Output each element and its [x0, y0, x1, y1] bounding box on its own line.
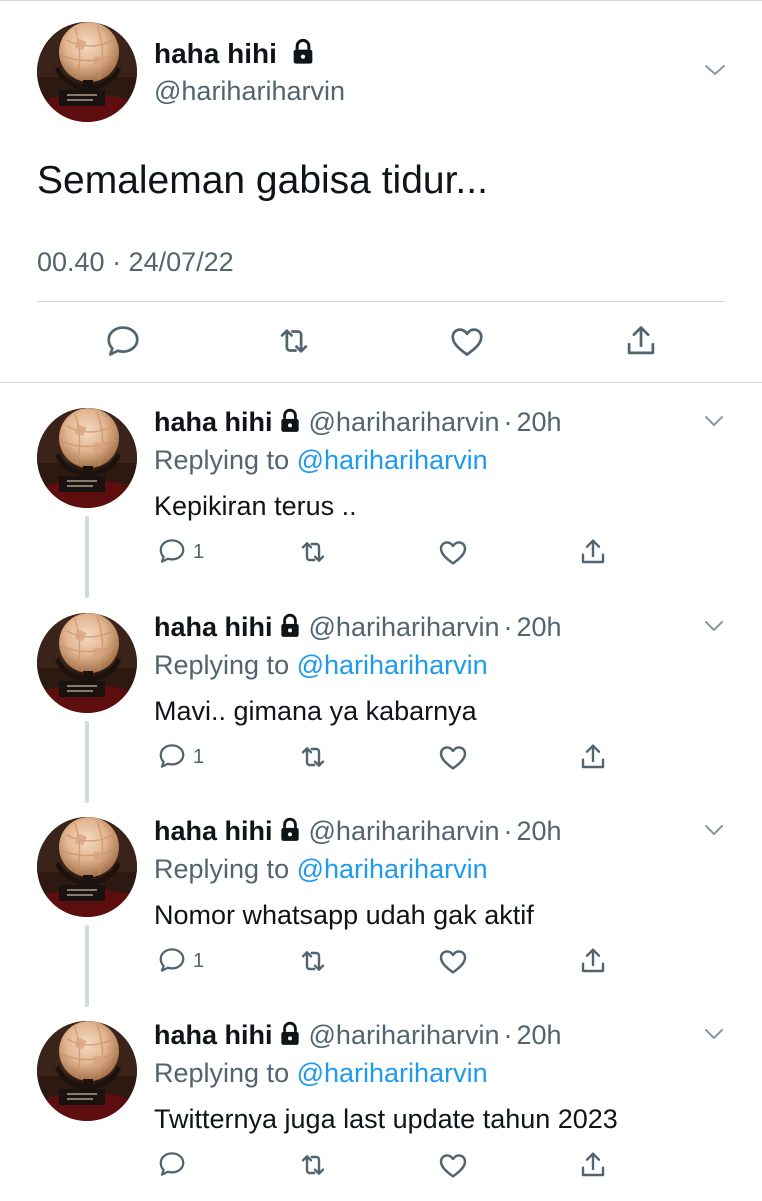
top-divider: [0, 0, 762, 1]
handle[interactable]: @harihariharvin: [309, 612, 500, 642]
share-icon[interactable]: [622, 322, 660, 360]
retweet-icon[interactable]: [296, 945, 330, 977]
share-icon[interactable]: [577, 1149, 609, 1181]
like-icon[interactable]: [436, 741, 470, 773]
retweet-icon[interactable]: [296, 741, 330, 773]
like-icon[interactable]: [448, 322, 486, 360]
lock-icon: [277, 817, 303, 843]
divider: [0, 382, 762, 383]
thread-line: [85, 516, 89, 598]
replying-prefix: Replying to: [154, 1058, 297, 1088]
reply-icon[interactable]: [104, 322, 142, 360]
reply-button[interactable]: [157, 1149, 217, 1181]
replying-to: Replying to @harihariharvin: [154, 1055, 488, 1091]
separator-dot: ·: [503, 1020, 513, 1050]
reply-button[interactable]: 1: [157, 741, 217, 773]
tweet-text: Nomor whatsapp udah gak aktif: [154, 900, 534, 930]
reply-header: haha hihi @harihariharvin · 20h: [154, 404, 562, 440]
handle[interactable]: @harihariharvin: [154, 74, 345, 108]
replying-to: Replying to @harihariharvin: [154, 647, 488, 683]
reply-count: 1: [193, 950, 205, 972]
display-name[interactable]: haha hihi: [154, 816, 273, 846]
chevron-down-icon[interactable]: [704, 1027, 724, 1041]
reply-tweet[interactable]: haha hihi @harihariharvin · 20h Replying to…: [0, 384, 762, 598]
timestamp[interactable]: 00.40 · 24/07/22: [37, 244, 234, 280]
retweet-icon[interactable]: [296, 536, 330, 568]
reply-icon: [157, 741, 217, 771]
tweet-text: Twitternya juga last update tahun 2023: [154, 1104, 618, 1134]
lock-icon: [277, 613, 303, 639]
handle[interactable]: @harihariharvin: [309, 407, 500, 437]
mention-link[interactable]: @harihariharvin: [297, 650, 488, 680]
share-icon[interactable]: [577, 945, 609, 977]
display-name[interactable]: haha hihi: [154, 36, 323, 72]
avatar[interactable]: [37, 613, 137, 713]
separator-dot: ·: [503, 816, 513, 846]
reply-icon: [157, 945, 217, 975]
share-icon[interactable]: [577, 536, 609, 568]
replying-prefix: Replying to: [154, 650, 297, 680]
retweet-icon[interactable]: [275, 322, 313, 360]
replying-to: Replying to @harihariharvin: [154, 442, 488, 478]
chevron-down-icon[interactable]: [704, 414, 724, 428]
reply-icon: [157, 1149, 217, 1179]
timestamp[interactable]: 20h: [517, 1020, 562, 1050]
retweet-icon[interactable]: [296, 1149, 330, 1181]
chevron-down-icon[interactable]: [704, 823, 724, 837]
like-icon[interactable]: [436, 945, 470, 977]
reply-header: haha hihi @harihariharvin · 20h: [154, 813, 562, 849]
chevron-down-icon[interactable]: [704, 62, 726, 78]
display-name-text[interactable]: haha hihi: [154, 38, 277, 69]
display-name[interactable]: haha hihi: [154, 407, 273, 437]
display-name[interactable]: haha hihi: [154, 612, 273, 642]
reply-tweet[interactable]: haha hihi @harihariharvin · 20h Replying to…: [0, 997, 762, 1201]
lock-icon: [277, 408, 303, 434]
reply-header: haha hihi @harihariharvin · 20h: [154, 1017, 562, 1053]
reply-button[interactable]: 1: [157, 536, 217, 568]
timestamp[interactable]: 20h: [517, 612, 562, 642]
tweet-text: Mavi.. gimana ya kabarnya: [154, 696, 477, 726]
replying-to: Replying to @harihariharvin: [154, 851, 488, 887]
avatar[interactable]: [37, 408, 137, 508]
mention-link[interactable]: @harihariharvin: [297, 1058, 488, 1088]
avatar[interactable]: [37, 817, 137, 917]
replying-prefix: Replying to: [154, 445, 297, 475]
handle[interactable]: @harihariharvin: [309, 1020, 500, 1050]
reply-count: 1: [193, 746, 205, 768]
lock-icon: [277, 1021, 303, 1047]
chevron-down-icon[interactable]: [704, 619, 724, 633]
replying-prefix: Replying to: [154, 854, 297, 884]
reply-header: haha hihi @harihariharvin · 20h: [154, 609, 562, 645]
mention-link[interactable]: @harihariharvin: [297, 854, 488, 884]
separator-dot: ·: [503, 407, 513, 437]
reply-tweet[interactable]: haha hihi @harihariharvin · 20h Replying to…: [0, 589, 762, 803]
divider: [37, 301, 725, 302]
reply-count: 1: [193, 541, 205, 563]
avatar[interactable]: [37, 1021, 137, 1121]
reply-icon: [157, 536, 217, 566]
lock-icon: [289, 38, 317, 66]
like-icon[interactable]: [436, 536, 470, 568]
mention-link[interactable]: @harihariharvin: [297, 445, 488, 475]
like-icon[interactable]: [436, 1149, 470, 1181]
reply-tweet[interactable]: haha hihi @harihariharvin · 20h Replying to…: [0, 793, 762, 1007]
separator-dot: ·: [503, 612, 513, 642]
reply-button[interactable]: 1: [157, 945, 217, 977]
tweet-text: Kepikiran terus ..: [154, 491, 357, 521]
thread-line: [85, 721, 89, 803]
thread-line: [85, 925, 89, 1007]
handle[interactable]: @harihariharvin: [309, 816, 500, 846]
tweet-text: Semaleman gabisa tidur...: [37, 159, 488, 202]
share-icon[interactable]: [577, 741, 609, 773]
avatar[interactable]: [37, 22, 137, 122]
display-name[interactable]: haha hihi: [154, 1020, 273, 1050]
timestamp[interactable]: 20h: [517, 816, 562, 846]
timestamp[interactable]: 20h: [517, 407, 562, 437]
